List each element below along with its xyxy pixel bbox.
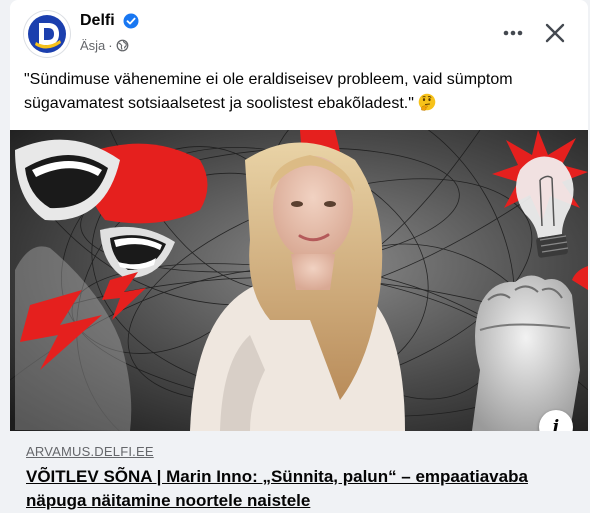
more-options-icon[interactable] bbox=[500, 20, 526, 46]
verified-badge-icon bbox=[123, 13, 139, 29]
delfi-logo-icon bbox=[26, 13, 68, 55]
thinking-face-icon bbox=[418, 93, 436, 111]
link-preview[interactable]: ARVAMUS.DELFI.EE VÕITLEV SÕNA | Marin In… bbox=[10, 431, 588, 513]
collage-illustration bbox=[10, 100, 588, 468]
close-icon[interactable] bbox=[542, 20, 568, 46]
meta-separator: · bbox=[108, 38, 113, 53]
link-title[interactable]: VÕITLEV SÕNA | Marin Inno: „Sünnita, pal… bbox=[26, 465, 578, 513]
globe-icon[interactable] bbox=[116, 39, 129, 52]
link-domain[interactable]: ARVAMUS.DELFI.EE bbox=[26, 444, 154, 459]
post-timestamp[interactable]: Äsja bbox=[80, 38, 105, 53]
post-card: Delfi Äsja · "Sündimuse vähenemine ei ole… bbox=[10, 0, 588, 513]
post-meta: Äsja · bbox=[80, 38, 129, 53]
page-avatar[interactable] bbox=[24, 11, 70, 57]
post-message: "Sündimuse vähenemine ei ole eraldiseise… bbox=[24, 71, 513, 112]
page-name[interactable]: Delfi bbox=[80, 12, 115, 30]
post-header: Delfi Äsja · bbox=[10, 0, 588, 64]
article-image[interactable] bbox=[10, 100, 588, 468]
post-text: "Sündimuse vähenemine ei ole eraldiseise… bbox=[24, 68, 574, 116]
